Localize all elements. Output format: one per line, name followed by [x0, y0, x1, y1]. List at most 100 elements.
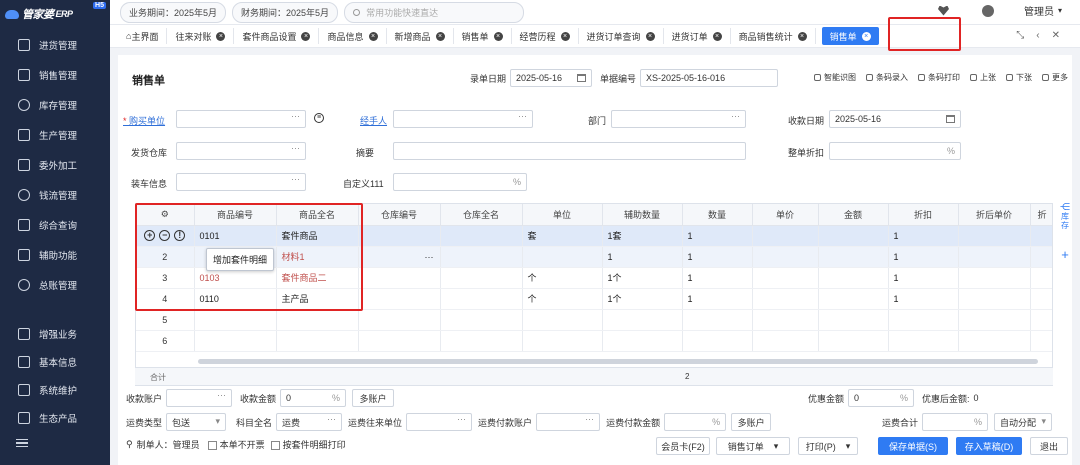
custom-input[interactable]: % — [393, 173, 527, 191]
sidebar-item-6[interactable]: 钱流管理 — [0, 180, 110, 210]
cell-disc[interactable] — [888, 309, 959, 331]
column-header[interactable]: 仓库编号 — [358, 204, 441, 226]
auto-allocate-select[interactable]: 自动分配 ▾ — [994, 413, 1053, 431]
cell-aux[interactable] — [602, 309, 683, 331]
cell-unit[interactable] — [522, 309, 603, 331]
column-header[interactable]: 单位 — [522, 204, 603, 226]
tab-1[interactable]: ⌂ 主界面 — [118, 28, 168, 44]
print-button[interactable]: 打印(P) ▾ — [798, 437, 858, 455]
cell-aux[interactable] — [602, 330, 683, 352]
cell-qty[interactable]: 1 — [682, 288, 753, 310]
quick-search-input[interactable]: 常用功能快速直达 — [344, 1, 525, 23]
toolbar-item-4[interactable]: 上张 — [970, 72, 996, 83]
toolbar-item-2[interactable]: 条码录入 — [866, 72, 908, 83]
cell[interactable] — [440, 246, 523, 268]
save-button[interactable]: 保存单据(S) — [878, 437, 948, 455]
close-icon[interactable]: × — [493, 31, 503, 41]
column-header[interactable]: 单价 — [752, 204, 819, 226]
cell-name[interactable] — [276, 309, 359, 331]
cell-disc[interactable]: 1 — [888, 225, 959, 247]
cell[interactable] — [358, 267, 441, 289]
menu-toggle-icon[interactable] — [16, 437, 28, 450]
cell[interactable] — [1030, 309, 1052, 331]
tab-9[interactable]: 进货订单 × — [664, 28, 731, 44]
cell-qty[interactable]: 1 — [682, 267, 753, 289]
cell-disc[interactable]: 1 — [888, 246, 959, 268]
cell[interactable] — [1030, 225, 1052, 247]
buyer-label[interactable]: * 购买单位 — [123, 114, 165, 127]
favorite-icon[interactable] — [937, 5, 949, 16]
cell[interactable] — [358, 225, 441, 247]
cell[interactable] — [818, 330, 889, 352]
tab-11[interactable]: 销售单 × — [821, 27, 879, 45]
close-icon[interactable]: × — [797, 31, 807, 41]
cell-code[interactable] — [194, 309, 277, 331]
column-header[interactable]: 仓库全名 — [440, 204, 523, 226]
cell-unit[interactable]: 个 — [522, 267, 603, 289]
sidebar-item-3[interactable]: 系统维护 — [0, 376, 110, 404]
cell[interactable] — [1030, 246, 1052, 268]
entry-date-input[interactable]: 2025-05-16 — [510, 69, 593, 87]
toolbar-item-1[interactable]: 智能识图 — [814, 72, 856, 83]
toolbar-item-5[interactable]: 下张 — [1006, 72, 1032, 83]
toolbar-item-3[interactable]: 条码打印 — [918, 72, 960, 83]
sidebar-item-1[interactable]: 增强业务 — [0, 320, 110, 348]
cell[interactable] — [440, 288, 523, 310]
sidebar-item-5[interactable]: 委外加工 — [0, 150, 110, 180]
doc-no-input[interactable]: XS-2025-05-16-016 — [640, 69, 779, 87]
sidebar-item-7[interactable]: 综合查询 — [0, 210, 110, 240]
user-name[interactable]: 管理员 — [1024, 3, 1054, 18]
cell-disc[interactable]: 1 — [888, 267, 959, 289]
member-card-button[interactable]: 会员卡(F2) — [656, 437, 710, 455]
cell[interactable]: ··· — [358, 246, 441, 268]
sidebar-item-4[interactable]: 生产管理 — [0, 120, 110, 150]
tab-controls[interactable]: ⤡‹✕ — [1016, 30, 1072, 41]
freight-total-input[interactable]: % — [922, 413, 989, 431]
column-header[interactable]: 数量 — [682, 204, 753, 226]
tab-3[interactable]: 套件商品设置 × — [234, 28, 320, 44]
cell[interactable] — [818, 267, 889, 289]
close-icon[interactable]: × — [368, 31, 378, 41]
handler-input[interactable]: ··· — [393, 110, 533, 128]
calendar-icon[interactable] — [577, 74, 587, 82]
freight-type-select[interactable]: 包送 ▾ — [166, 413, 227, 431]
tab-5[interactable]: 新增商品 × — [387, 28, 454, 44]
sidebar-item-9[interactable]: 总账管理 — [0, 270, 110, 300]
finance-period[interactable]: 财务期间：2025年5月 — [232, 1, 339, 23]
sidebar-item-8[interactable]: 辅助功能 — [0, 240, 110, 270]
cell[interactable] — [1030, 267, 1052, 289]
cell-qty[interactable]: 1 — [682, 246, 753, 268]
cell-aux[interactable]: 1个 — [602, 267, 683, 289]
cell-unit[interactable]: 个 — [522, 288, 603, 310]
cell[interactable] — [958, 225, 1031, 247]
multi-account-button-2[interactable]: 多账户 — [731, 413, 772, 431]
loading-input[interactable]: ··· — [176, 173, 306, 191]
no-invoice-checkbox[interactable]: 本单不开票 — [207, 438, 265, 451]
cell[interactable] — [440, 309, 523, 331]
cell-aux[interactable]: 1个 — [602, 288, 683, 310]
sidebar-item-4[interactable]: 生态产品 — [0, 404, 110, 432]
cell-name[interactable] — [276, 330, 359, 352]
cell[interactable] — [958, 309, 1031, 331]
cell[interactable] — [1030, 288, 1052, 310]
cell[interactable] — [358, 309, 441, 331]
cell-qty[interactable] — [682, 309, 753, 331]
cell[interactable] — [958, 330, 1031, 352]
table-row[interactable]: 6 — [136, 330, 1052, 352]
cell[interactable] — [818, 225, 889, 247]
cell[interactable] — [752, 288, 819, 310]
side-stock-panel[interactable]: ⋲ 库存 + — [1058, 203, 1072, 262]
close-icon[interactable]: × — [560, 31, 570, 41]
tab-6[interactable]: 销售单 × — [454, 28, 512, 44]
cell[interactable] — [818, 246, 889, 268]
ship-warehouse-input[interactable]: ··· — [176, 142, 306, 160]
close-icon[interactable]: × — [645, 31, 655, 41]
cell[interactable] — [818, 309, 889, 331]
cell[interactable] — [752, 246, 819, 268]
cell-qty[interactable] — [682, 330, 753, 352]
close-icon[interactable]: × — [712, 31, 722, 41]
exit-button[interactable]: 退出 — [1030, 437, 1068, 455]
discount-input[interactable]: % — [829, 142, 961, 160]
cell-unit[interactable] — [522, 330, 603, 352]
cell-unit[interactable]: 套 — [522, 225, 603, 247]
